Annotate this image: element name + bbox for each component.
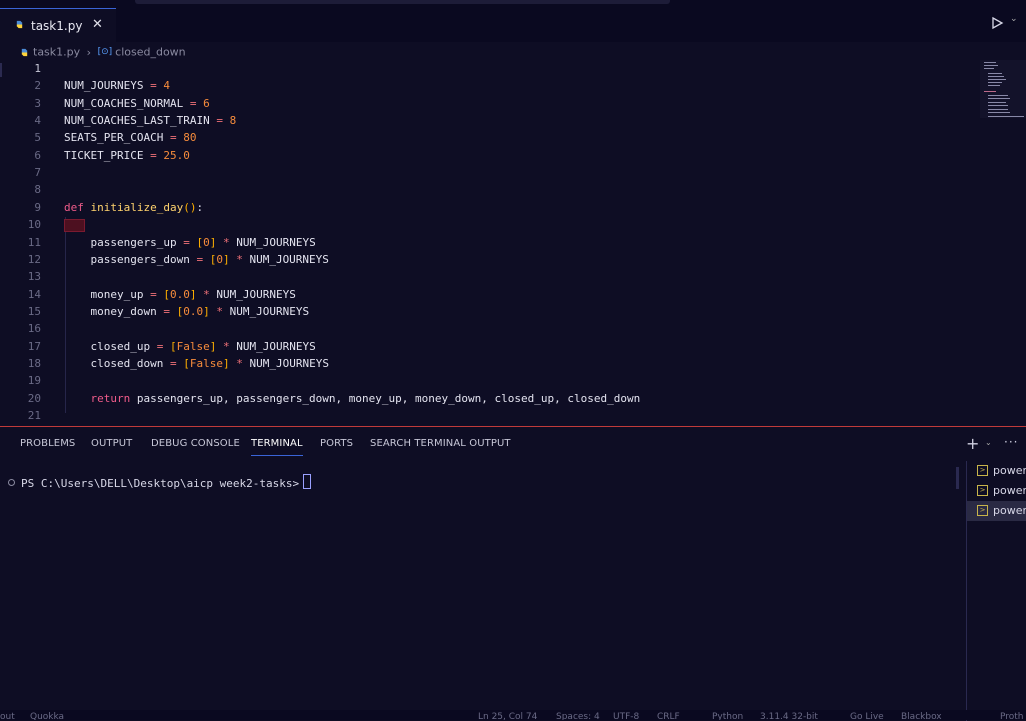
code-line[interactable]: closed_down = [False] * NUM_JOURNEYS bbox=[64, 357, 328, 370]
editor-tab-bar bbox=[0, 0, 1026, 42]
terminal-cursor bbox=[303, 474, 312, 489]
status-language[interactable]: Python bbox=[712, 712, 743, 720]
tab-task1-py[interactable]: task1.py ✕ bbox=[0, 8, 116, 42]
line-number: 4 bbox=[34, 114, 41, 127]
tab-label: task1.py bbox=[31, 19, 83, 33]
code-line[interactable]: passengers_down = [0] * NUM_JOURNEYS bbox=[64, 253, 328, 266]
status-go-live[interactable]: Go Live bbox=[850, 712, 884, 720]
line-number: 20 bbox=[27, 392, 41, 405]
status-bar: out Quokka Ln 25, Col 74 Spaces: 4 UTF-8… bbox=[0, 710, 1026, 720]
line-number: 5 bbox=[34, 131, 41, 144]
powershell-icon: > bbox=[977, 465, 988, 476]
powershell-icon: > bbox=[977, 485, 988, 496]
line-number: 11 bbox=[27, 236, 41, 249]
code-line[interactable]: money_down = [0.0] * NUM_JOURNEYS bbox=[64, 305, 309, 318]
run-python-file-icon[interactable] bbox=[990, 16, 1004, 30]
terminal-list-item[interactable]: > power bbox=[967, 501, 1026, 521]
code-line[interactable]: NUM_JOURNEYS = 4 bbox=[64, 79, 170, 92]
line-number: 21 bbox=[27, 409, 41, 422]
command-decoration-icon[interactable] bbox=[8, 479, 15, 486]
breadcrumb-symbol[interactable]: closed_down bbox=[115, 46, 186, 59]
terminal-scrollbar[interactable] bbox=[956, 467, 959, 489]
terminal-name: power bbox=[993, 504, 1026, 517]
status-quokka[interactable]: Quokka bbox=[30, 712, 64, 720]
tab-search-terminal-output[interactable]: SEARCH TERMINAL OUTPUT bbox=[370, 438, 511, 449]
terminal-name: power bbox=[993, 484, 1026, 497]
tab-terminal[interactable]: TERMINAL bbox=[251, 438, 303, 456]
tab-ports[interactable]: PORTS bbox=[320, 438, 353, 449]
line-number: 17 bbox=[27, 340, 41, 353]
close-tab-icon[interactable]: ✕ bbox=[92, 17, 103, 32]
terminal-list-item[interactable]: > power bbox=[967, 481, 1026, 501]
line-number: 14 bbox=[27, 288, 41, 301]
status-item[interactable]: out bbox=[0, 712, 15, 720]
status-interpreter[interactable]: 3.11.4 32-bit bbox=[760, 712, 818, 720]
line-number: 7 bbox=[34, 166, 41, 179]
terminal-list: > power > power > power bbox=[966, 461, 1026, 721]
run-options-chevron-icon[interactable]: ⌄ bbox=[1010, 14, 1018, 24]
status-cursor-position[interactable]: Ln 25, Col 74 bbox=[478, 712, 537, 720]
tab-problems[interactable]: PROBLEMS bbox=[20, 438, 75, 449]
panel-tab-bar: PROBLEMS OUTPUT DEBUG CONSOLE TERMINAL P… bbox=[0, 427, 1026, 461]
line-number: 18 bbox=[27, 357, 41, 370]
status-indentation[interactable]: Spaces: 4 bbox=[556, 712, 600, 720]
breadcrumb-file[interactable]: task1.py bbox=[33, 46, 80, 59]
status-eol[interactable]: CRLF bbox=[657, 712, 680, 720]
terminal-list-item[interactable]: > power bbox=[967, 461, 1026, 481]
code-line[interactable]: money_up = [0.0] * NUM_JOURNEYS bbox=[64, 288, 295, 301]
line-number: 8 bbox=[34, 183, 41, 196]
line-number: 19 bbox=[27, 374, 41, 387]
code-line[interactable]: SEATS_PER_COACH = 80 bbox=[64, 131, 196, 144]
line-number: 15 bbox=[27, 305, 41, 318]
variable-symbol-icon: [⊙] bbox=[97, 47, 113, 57]
line-number: 16 bbox=[27, 322, 41, 335]
new-terminal-icon[interactable]: + bbox=[966, 434, 979, 453]
line-number: 9 bbox=[34, 201, 41, 214]
line-number: 3 bbox=[34, 97, 41, 110]
line-number: 6 bbox=[34, 149, 41, 162]
status-encoding[interactable]: UTF-8 bbox=[613, 712, 639, 720]
code-line[interactable]: closed_up = [False] * NUM_JOURNEYS bbox=[64, 340, 315, 353]
command-center[interactable] bbox=[135, 0, 670, 4]
code-line[interactable]: NUM_COACHES_NORMAL = 6 bbox=[64, 97, 210, 110]
terminal-prompt: PS C:\Users\DELL\Desktop\aicp week2-task… bbox=[21, 477, 300, 490]
bottom-panel: PROBLEMS OUTPUT DEBUG CONSOLE TERMINAL P… bbox=[0, 426, 1026, 721]
code-line[interactable]: return passengers_up, passengers_down, m… bbox=[64, 392, 641, 405]
line-number: 13 bbox=[27, 270, 41, 283]
minimap-slider[interactable] bbox=[980, 60, 1026, 118]
powershell-icon: > bbox=[977, 505, 988, 516]
python-file-icon bbox=[21, 48, 28, 56]
code-line[interactable]: NUM_COACHES_LAST_TRAIN = 8 bbox=[64, 114, 236, 127]
code-line[interactable]: def initialize_day(): bbox=[64, 201, 203, 214]
line-number: 12 bbox=[27, 253, 41, 266]
tab-debug-console[interactable]: DEBUG CONSOLE bbox=[151, 438, 240, 449]
more-actions-icon[interactable]: ··· bbox=[1004, 435, 1018, 449]
terminal-output[interactable]: PS C:\Users\DELL\Desktop\aicp week2-task… bbox=[8, 474, 312, 490]
text-cursor-highlight bbox=[64, 219, 85, 232]
line-number: 2 bbox=[34, 79, 41, 92]
status-blackbox[interactable]: Blackbox bbox=[901, 712, 942, 720]
line-number: 10 bbox=[27, 218, 41, 231]
status-item[interactable]: Proth bbox=[1000, 712, 1024, 720]
terminal-name: power bbox=[993, 464, 1026, 477]
python-file-icon bbox=[16, 20, 23, 29]
terminal-profile-chevron-icon[interactable]: ⌄ bbox=[985, 438, 992, 447]
line-number: 1 bbox=[34, 62, 41, 75]
code-line[interactable]: TICKET_PRICE = 25.0 bbox=[64, 149, 190, 162]
breadcrumb: task1.py › [⊙] closed_down bbox=[20, 45, 186, 59]
code-line[interactable]: passengers_up = [0] * NUM_JOURNEYS bbox=[64, 236, 315, 249]
breadcrumb-separator: › bbox=[86, 45, 92, 59]
tab-output[interactable]: OUTPUT bbox=[91, 438, 132, 449]
